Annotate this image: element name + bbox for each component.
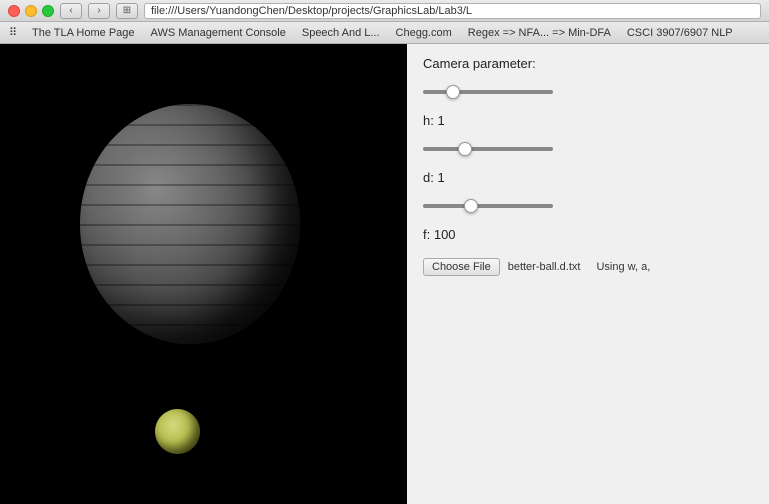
- forward-button[interactable]: ›: [88, 3, 110, 19]
- small-sphere: [155, 409, 200, 454]
- sphere-container: [60, 104, 300, 384]
- titlebar: ‹ › ⊞ file:///Users/YuandongChen/Desktop…: [0, 0, 769, 22]
- d-slider[interactable]: [423, 204, 553, 208]
- close-button[interactable]: [8, 5, 20, 17]
- h-label: h: 1: [423, 113, 753, 128]
- canvas-area: [0, 44, 407, 504]
- h-slider[interactable]: [423, 147, 553, 151]
- choose-file-button[interactable]: Choose File: [423, 258, 500, 276]
- bookmark-csci[interactable]: CSCI 3907/6907 NLP: [619, 25, 741, 41]
- minimize-button[interactable]: [25, 5, 37, 17]
- right-panel: Camera parameter: h: 1 d: 1 f: 100 Choos…: [407, 44, 769, 504]
- file-name-label: better-ball.d.txt: [508, 261, 581, 273]
- bookmark-regex[interactable]: Regex => NFA... => Min-DFA: [460, 25, 619, 41]
- h-slider-container: [423, 140, 553, 154]
- camera-param-label: Camera parameter:: [423, 56, 753, 71]
- back-button[interactable]: ‹: [60, 3, 82, 19]
- traffic-lights: [8, 5, 54, 17]
- d-label: d: 1: [423, 170, 753, 185]
- f-label: f: 100: [423, 227, 753, 242]
- using-text: Using w, a,: [596, 261, 650, 273]
- maximize-button[interactable]: [42, 5, 54, 17]
- window-mode-button[interactable]: ⊞: [116, 3, 138, 19]
- file-row: Choose File better-ball.d.txt Using w, a…: [423, 258, 753, 276]
- bookmark-speech[interactable]: Speech And L...: [294, 25, 388, 41]
- camera-slider[interactable]: [423, 90, 553, 94]
- bookmark-chegg[interactable]: Chegg.com: [388, 25, 460, 41]
- bookmark-aws[interactable]: AWS Management Console: [143, 25, 294, 41]
- url-text: file:///Users/YuandongChen/Desktop/proje…: [151, 5, 472, 17]
- d-slider-container: [423, 197, 553, 211]
- camera-slider-container: [423, 83, 553, 97]
- main-sphere: [80, 104, 300, 344]
- bookmarks-bar: ⠿ The TLA Home Page AWS Management Conso…: [0, 22, 769, 44]
- bookmark-tla[interactable]: The TLA Home Page: [24, 25, 143, 41]
- main-content: Camera parameter: h: 1 d: 1 f: 100 Choos…: [0, 44, 769, 504]
- url-bar[interactable]: file:///Users/YuandongChen/Desktop/proje…: [144, 3, 761, 19]
- bookmarks-grid-icon: ⠿: [6, 26, 20, 39]
